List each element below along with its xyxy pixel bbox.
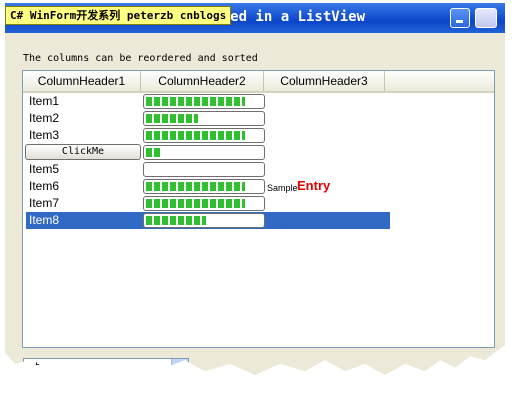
progress-bar	[143, 162, 265, 177]
progress-bar	[143, 111, 265, 126]
progress-bar	[143, 145, 265, 160]
list-row-8-selected[interactable]: Item8	[25, 212, 495, 229]
progress-bar	[143, 196, 265, 211]
minimize-icon	[456, 20, 463, 23]
chevron-down-icon	[176, 364, 184, 369]
progress-fill	[146, 216, 206, 225]
progress-fill	[146, 97, 245, 106]
list-row-2[interactable]: Item2	[25, 110, 495, 127]
main-window: Sample for controls embedded in a ListVi…	[5, 3, 505, 375]
list-row-7[interactable]: Item7	[25, 195, 495, 212]
progress-bar	[143, 213, 265, 228]
progress-fill	[146, 131, 245, 140]
row-label: Item2	[29, 111, 60, 125]
title-overlay-caption: C# WinForm开发系列 peterzb cnblogs	[5, 6, 232, 25]
list-header: ColumnHeader1 ColumnHeader2 ColumnHeader…	[23, 71, 494, 93]
progress-bar	[143, 94, 265, 109]
row-label: Item8	[29, 213, 60, 227]
click-me-button[interactable]: ClickMe	[25, 144, 141, 160]
combo-value: et	[27, 360, 41, 373]
minimize-button[interactable]	[450, 8, 470, 28]
row-label: Item5	[29, 162, 60, 176]
progress-bar	[143, 179, 265, 194]
description-label: The columns can be reordered and sorted	[23, 53, 258, 64]
close-button[interactable]	[475, 8, 497, 28]
column-header-3[interactable]: ColumnHeader3	[264, 71, 385, 91]
list-row-6[interactable]: Item6 Sample Entry	[25, 178, 495, 195]
progress-fill	[146, 182, 245, 191]
progress-bar	[143, 128, 265, 143]
list-row-1[interactable]: Item1	[25, 93, 495, 110]
progress-fill	[146, 148, 160, 157]
list-row-4[interactable]: ClickMe	[25, 144, 495, 161]
view-combo-box[interactable]: et	[23, 358, 189, 375]
list-row-3[interactable]: Item3	[25, 127, 495, 144]
progress-fill	[146, 114, 198, 123]
combo-dropdown-button[interactable]	[171, 359, 188, 375]
row-label: Item3	[29, 128, 60, 142]
sample-entry-big[interactable]: Entry	[297, 177, 330, 194]
progress-fill	[146, 199, 245, 208]
row-label: Item1	[29, 94, 60, 108]
title-bar[interactable]: Sample for controls embedded in a ListVi…	[5, 3, 505, 33]
column-header-2[interactable]: ColumnHeader2	[141, 71, 264, 91]
row-label: Item7	[29, 196, 60, 210]
list-view[interactable]: ColumnHeader1 ColumnHeader2 ColumnHeader…	[22, 70, 495, 348]
column-header-1[interactable]: ColumnHeader1	[23, 71, 141, 91]
list-row-5[interactable]: Item5	[25, 161, 495, 178]
row-label: Item6	[29, 179, 60, 193]
